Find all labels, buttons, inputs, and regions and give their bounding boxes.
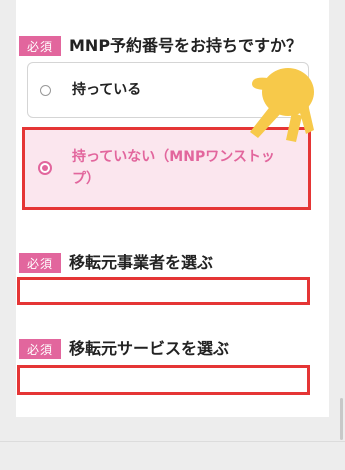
carrier-select-field[interactable] bbox=[17, 277, 310, 305]
scrollbar[interactable] bbox=[340, 398, 343, 440]
radio-button-unselected[interactable] bbox=[40, 85, 51, 96]
required-badge: 必須 bbox=[19, 36, 61, 56]
question-title-service: 移転元サービスを選ぶ bbox=[69, 339, 230, 358]
option-label-line2: プ） bbox=[72, 171, 100, 187]
option-label: 持っている bbox=[72, 82, 142, 98]
pointing-hand-icon bbox=[250, 68, 314, 142]
required-badge: 必須 bbox=[19, 339, 61, 359]
required-badge: 必須 bbox=[19, 253, 61, 273]
option-label-line1: 持っていない（MNPワンストッ bbox=[72, 149, 275, 165]
service-select-field[interactable] bbox=[17, 365, 310, 395]
divider bbox=[0, 441, 345, 442]
question-title-carrier: 移転元事業者を選ぶ bbox=[69, 253, 214, 272]
radio-button-selected[interactable] bbox=[38, 161, 52, 175]
question-title-mnp: MNP予約番号をお持ちですか？ bbox=[69, 36, 303, 55]
